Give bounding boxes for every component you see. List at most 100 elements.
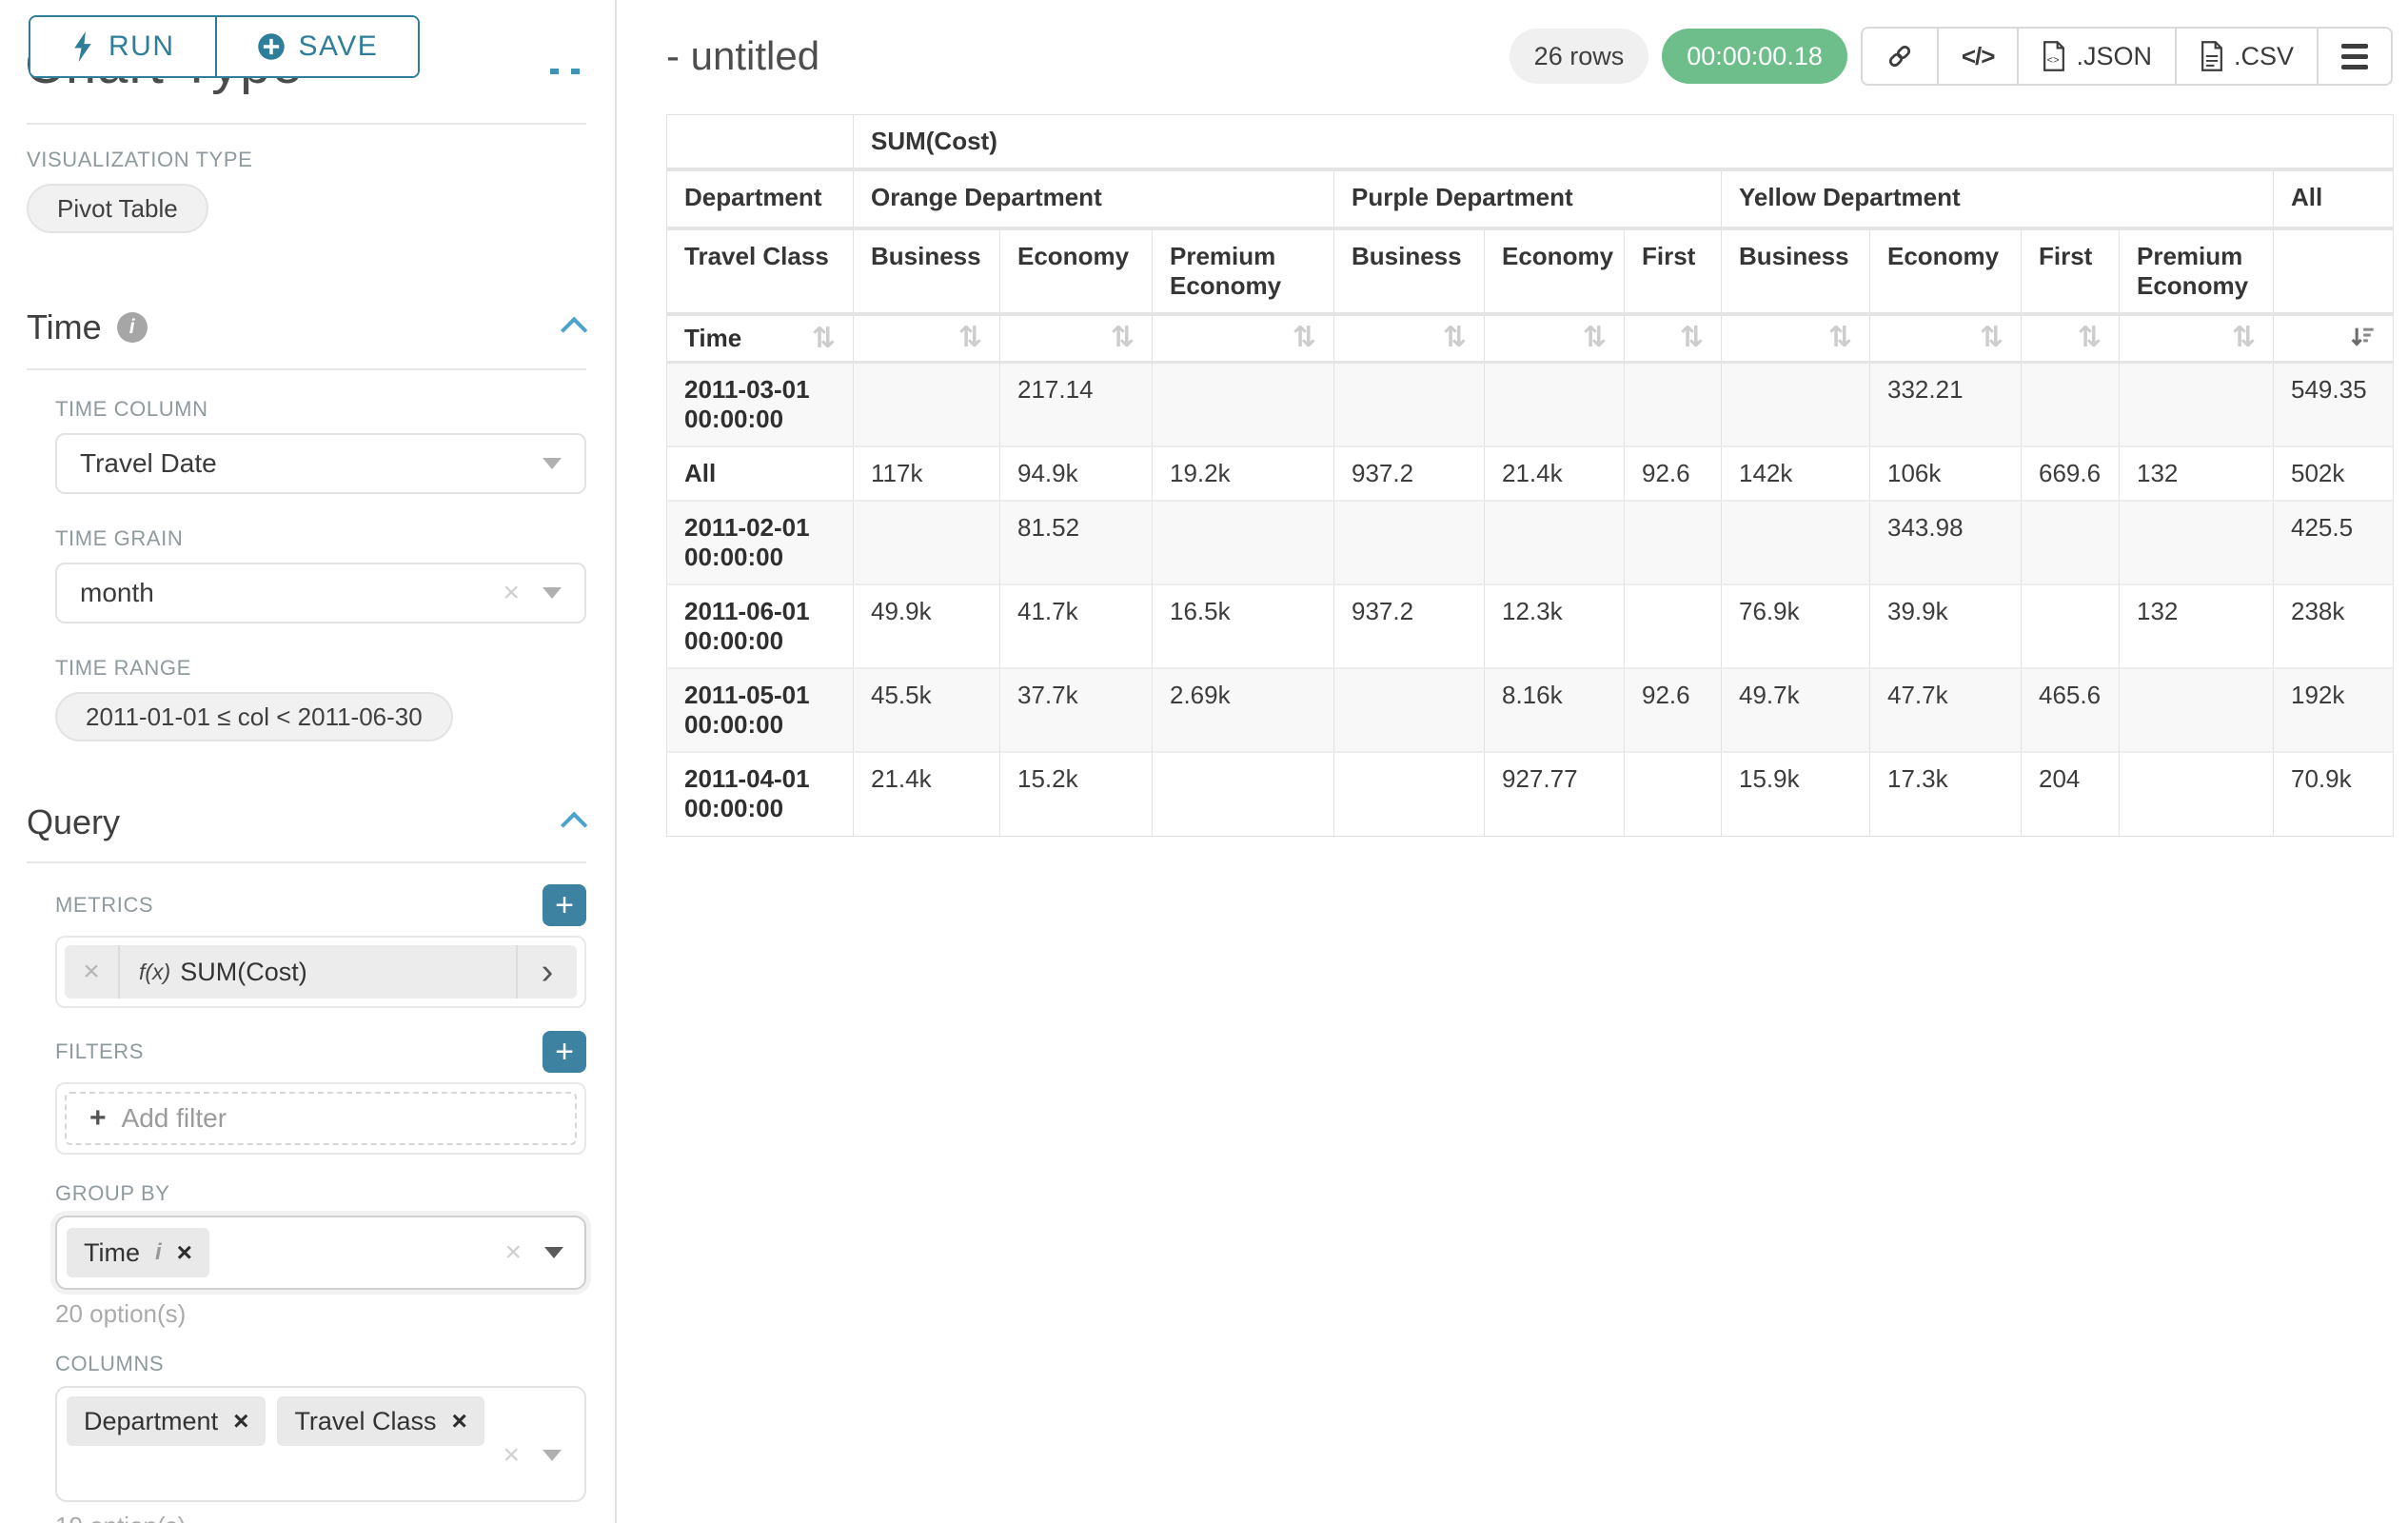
metric-pill[interactable]: × f(x) SUM(Cost) ›	[65, 945, 577, 999]
share-link-button[interactable]	[1863, 29, 1937, 84]
view-query-button[interactable]: </>	[1937, 29, 2018, 84]
time-grain-select[interactable]: month ×	[55, 563, 586, 623]
column-sort-header: ⇅	[1485, 316, 1625, 364]
sort-icon[interactable]: ⇅	[1583, 324, 1607, 352]
pivot-cell: 15.9k	[1722, 753, 1870, 837]
chart-toolbar: 26 rows 00:00:00.18 </>	[1510, 27, 2393, 86]
clear-icon[interactable]: ×	[504, 1238, 522, 1267]
pivot-cell: 47.7k	[1870, 669, 2022, 753]
pivot-cell: 49.9k	[854, 585, 1000, 669]
svg-text:<>: <>	[2047, 54, 2060, 66]
export-csv-button[interactable]: .CSV	[2175, 29, 2317, 84]
department-row-label: Department	[666, 171, 854, 230]
collapse-chevron-icon[interactable]	[561, 812, 587, 839]
sort-icon[interactable]: ⇅	[1828, 324, 1852, 352]
chip-remove-icon[interactable]: ×	[177, 1237, 192, 1268]
travel-class-header: Economy	[1485, 230, 1625, 316]
chip-remove-icon[interactable]: ×	[233, 1406, 248, 1436]
time-section-title: Time i	[27, 307, 148, 347]
time-sort-inner: Time⇅	[684, 324, 836, 353]
expand-metric-chevron-icon[interactable]: ›	[516, 945, 577, 999]
remove-metric-icon[interactable]: ×	[65, 945, 120, 999]
chart-title[interactable]: - untitled	[666, 33, 819, 79]
sort-icon[interactable]: ⇅	[1111, 324, 1135, 352]
caret-down-icon	[543, 458, 562, 469]
sort-icon[interactable]: ⇅	[1680, 324, 1704, 352]
pivot-cell: 17.3k	[1870, 753, 2022, 837]
pivot-cell	[1485, 364, 1625, 447]
csv-file-icon	[2200, 41, 2224, 71]
sort-icon[interactable]: ⇅	[958, 324, 982, 352]
export-json-button[interactable]: <> .JSON	[2017, 29, 2175, 84]
table-row: 2011-06-0100:00:0049.9k41.7k16.5k937.212…	[666, 585, 2394, 669]
group-by-select[interactable]: Time i × ×	[55, 1216, 586, 1290]
clear-icon[interactable]: ×	[503, 1441, 520, 1470]
table-row: All117k94.9k19.2k937.221.4k92.6142k106k6…	[666, 447, 2394, 502]
plus-icon: +	[89, 1102, 107, 1135]
sort-icon[interactable]: ⇅	[812, 325, 836, 353]
pivot-header-row-department: DepartmentOrange DepartmentPurple Depart…	[666, 171, 2394, 230]
run-button-label: RUN	[109, 30, 175, 63]
pivot-cell: 49.7k	[1722, 669, 1870, 753]
sort-icon[interactable]: ⇅	[2078, 324, 2102, 352]
pivot-cell: 502k	[2274, 447, 2394, 502]
columns-chip-department[interactable]: Department ×	[67, 1396, 266, 1446]
row-label-line: 00:00:00	[684, 626, 836, 656]
pivot-cell	[2120, 669, 2274, 753]
save-button[interactable]: SAVE	[215, 17, 419, 76]
table-row: 2011-03-0100:00:00217.14332.21549.35	[666, 364, 2394, 447]
row-label: 2011-03-0100:00:00	[666, 364, 854, 447]
info-icon[interactable]: i	[117, 312, 148, 343]
columns-select[interactable]: Department × Travel Class × ×	[55, 1386, 586, 1502]
chip-info-icon[interactable]: i	[155, 1239, 162, 1266]
pivot-table-container: SUM(Cost)DepartmentOrange DepartmentPurp…	[666, 114, 2408, 837]
pivot-cell	[1153, 502, 1334, 585]
columns-label: COLUMNS	[55, 1352, 586, 1376]
chip-remove-icon[interactable]: ×	[451, 1406, 466, 1436]
pivot-cell: 12.3k	[1485, 585, 1625, 669]
pivot-cell: 41.7k	[1000, 585, 1153, 669]
time-section-header: Time i	[27, 307, 586, 347]
pivot-table: SUM(Cost)DepartmentOrange DepartmentPurp…	[666, 114, 2394, 837]
pivot-cell	[2120, 502, 2274, 585]
sort-wrap: ⇅	[871, 324, 982, 352]
sort-icon[interactable]: ⇅	[1443, 324, 1467, 352]
table-row: 2011-05-0100:00:0045.5k37.7k2.69k8.16k92…	[666, 669, 2394, 753]
clear-icon[interactable]: ×	[503, 579, 520, 607]
sort-wrap: ⇅	[1642, 324, 1704, 352]
travel-class-header: Economy	[1000, 230, 1153, 316]
pivot-cell: 549.35	[2274, 364, 2394, 447]
pivot-cell: 204	[2022, 753, 2120, 837]
visualization-type-pill[interactable]: Pivot Table	[27, 184, 208, 233]
add-filter-button[interactable]: + Add filter	[65, 1092, 577, 1145]
columns-chip-travel-class[interactable]: Travel Class ×	[277, 1396, 484, 1446]
caret-down-icon	[543, 1450, 562, 1461]
travel-class-header: Premium Economy	[2120, 230, 2274, 316]
sort-icon[interactable]: ⇅	[1980, 324, 2003, 352]
corner-cell	[666, 114, 854, 171]
pivot-cell: 15.2k	[1000, 753, 1153, 837]
run-button[interactable]: RUN	[30, 17, 215, 76]
time-column-select[interactable]: Travel Date	[55, 433, 586, 494]
link-icon	[1885, 42, 1914, 70]
collapse-chevron-icon[interactable]	[561, 317, 587, 344]
sort-icon[interactable]: ⇅	[2232, 324, 2256, 352]
pivot-cell	[1625, 585, 1722, 669]
pivot-header-row-metric: SUM(Cost)	[666, 114, 2394, 171]
sort-wrap: ⇅	[1352, 324, 1467, 352]
pivot-cell	[2120, 753, 2274, 837]
sort-desc-active-icon[interactable]	[2349, 324, 2376, 350]
row-label-line: All	[684, 459, 836, 488]
add-metric-button[interactable]: +	[543, 884, 586, 926]
add-filter-plus-button[interactable]: +	[543, 1031, 586, 1073]
travel-class-header: Premium Economy	[1153, 230, 1334, 316]
sort-icon[interactable]: ⇅	[1293, 324, 1316, 352]
group-by-option-count: 20 option(s)	[55, 1299, 586, 1329]
menu-button[interactable]	[2317, 29, 2391, 84]
pivot-cell	[854, 364, 1000, 447]
time-range-pill[interactable]: 2011-01-01 ≤ col < 2011-06-30	[55, 692, 453, 742]
query-timer-badge: 00:00:00.18	[1662, 29, 1847, 84]
column-sort-header: ⇅	[2120, 316, 2274, 364]
group-by-chip-time[interactable]: Time i ×	[67, 1228, 209, 1277]
pivot-cell	[1334, 753, 1485, 837]
